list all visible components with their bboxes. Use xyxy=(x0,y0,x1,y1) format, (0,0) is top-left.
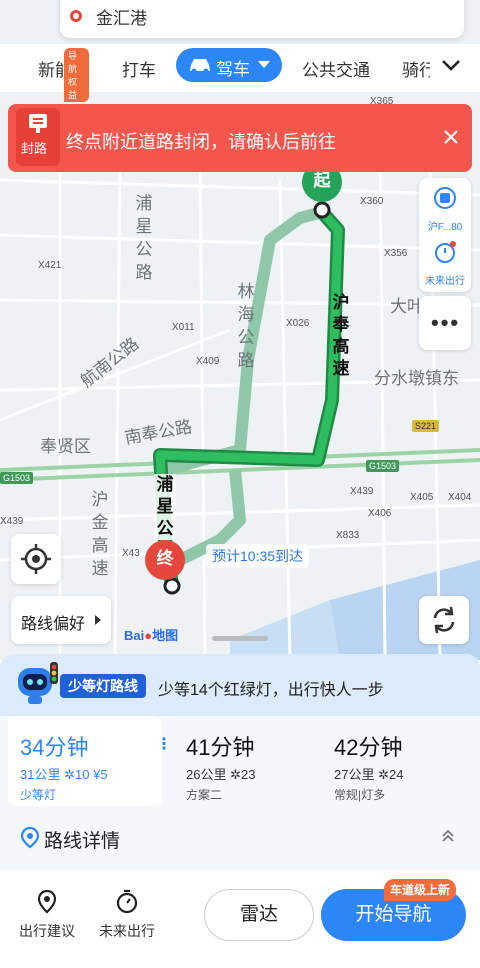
stopwatch-icon xyxy=(435,241,456,263)
car-icon xyxy=(190,59,210,74)
future-travel-bottom-button[interactable] xyxy=(92,889,162,920)
future-travel-label: 未来出行 xyxy=(425,276,465,287)
route-details-label: 路线详情 xyxy=(44,831,121,852)
road-code: X026 xyxy=(286,318,310,329)
route-label-hufeng: 沪奉高速 xyxy=(332,293,350,378)
map-label-puxing-road: 浦星公路 xyxy=(135,194,153,282)
route-menu-icon[interactable]: ⋮ xyxy=(156,734,172,754)
highway-badge: G1503 xyxy=(0,472,34,484)
traffic-light-icon: ✲ xyxy=(230,767,241,782)
route-time: 41分钟 xyxy=(186,735,255,760)
route-tag: 方案二 xyxy=(186,788,223,802)
road-code: X356 xyxy=(384,248,408,259)
route-info: 27公里 ✲24 xyxy=(334,767,404,782)
route-time: 42分钟 xyxy=(334,735,403,760)
chevron-up-icon[interactable] xyxy=(440,828,456,844)
stopwatch-icon xyxy=(116,889,138,914)
future-travel-button[interactable] xyxy=(419,240,471,269)
provincial-road-badge: S221 xyxy=(412,420,440,432)
road-closure-alert[interactable]: 封路 终点附近道路封闭，请确认后前往 xyxy=(8,104,472,172)
route-option[interactable]: 34分钟 ⋮ 31公里 ✲10 ¥5 少等灯 xyxy=(8,716,172,806)
robot-mascot-icon xyxy=(18,662,58,704)
bottom-action-bar: 出行建议 未来出行 雷达 开始导航 车道级上新 xyxy=(0,868,480,968)
road-condition-label: 沪F...80 xyxy=(427,222,463,233)
travel-advice-label: 出行建议 xyxy=(19,923,75,939)
road-code: X011 xyxy=(172,322,195,333)
traffic-light-icon: ✲ xyxy=(64,767,75,782)
future-travel-bottom-label: 未来出行 xyxy=(99,923,155,939)
tab-taxi[interactable]: 打车 xyxy=(122,56,156,81)
radar-button[interactable]: 雷达 xyxy=(204,889,314,941)
fewer-lights-text: 少等14个红绿灯，出行快人一步 xyxy=(158,682,384,699)
tab-drive[interactable]: 驾车 xyxy=(176,48,282,82)
destination-search-box[interactable]: 金汇港 xyxy=(60,0,464,38)
route-details-row[interactable]: 路线详情 xyxy=(0,814,480,864)
location-pin-icon xyxy=(37,889,57,914)
tab-cycling[interactable]: 骑行 xyxy=(402,56,430,81)
close-icon[interactable] xyxy=(442,128,460,146)
road-closure-label: 封路 xyxy=(21,141,48,156)
road-code: X404 xyxy=(448,492,472,503)
chevron-down-icon[interactable] xyxy=(440,54,462,76)
route-preference-label: 路线偏好 xyxy=(21,616,86,633)
map-label-fengxian-district: 奉贤区 xyxy=(40,437,91,456)
eta-label: 预计10:35到达 xyxy=(206,544,310,568)
route-tag: 少等灯 xyxy=(20,788,57,802)
route-info: 26公里 ✲23 xyxy=(186,767,256,782)
refresh-route-button[interactable] xyxy=(419,596,469,644)
route-tag: 常规|灯多 xyxy=(334,788,386,802)
panel-drag-handle[interactable] xyxy=(212,636,268,641)
road-code: X439 xyxy=(350,486,374,497)
location-pin-icon xyxy=(20,826,40,849)
refresh-icon xyxy=(433,606,455,634)
alert-message: 终点附近道路封闭，请确认后前往 xyxy=(66,132,336,152)
road-shield-icon xyxy=(434,187,456,209)
road-closure-icon-block: 封路 xyxy=(16,108,60,166)
route-info: 31公里 ✲10 ¥5 xyxy=(20,767,108,782)
destination-text: 金汇港 xyxy=(96,9,147,28)
road-code: X421 xyxy=(38,260,62,271)
traffic-light-banner[interactable]: 少等灯路线 少等14个红绿灯，出行快人一步 xyxy=(0,654,480,716)
lane-level-badge: 车道级上新 xyxy=(384,879,457,901)
travel-mode-tabs: 新能源 导航权益 打车 驾车 公共交通 骑行 xyxy=(0,44,480,102)
tab-new-energy[interactable]: 新能源 导航权益 xyxy=(38,48,89,102)
traffic-light-icon: ✲ xyxy=(378,767,389,782)
map-label-linhai-road: 林海公路 xyxy=(237,282,255,370)
caret-right-icon xyxy=(95,615,101,625)
chevron-down-icon xyxy=(258,61,270,68)
more-options-button[interactable]: ••• xyxy=(419,296,471,350)
travel-advice-button[interactable] xyxy=(12,889,82,920)
road-code: X43 xyxy=(122,548,140,559)
road-code: X833 xyxy=(336,530,360,541)
crosshair-icon xyxy=(21,544,51,574)
tab-drive-label: 驾车 xyxy=(216,60,250,79)
route-time: 34分钟 xyxy=(20,735,89,760)
baidu-map-logo: Bai●地图 xyxy=(124,628,179,643)
ev-badge: 导航权益 xyxy=(64,48,89,102)
road-code: X409 xyxy=(196,356,220,367)
more-dots-icon: ••• xyxy=(431,310,461,335)
map-side-tools: 沪F...80 未来出行 xyxy=(419,178,471,292)
locate-button[interactable] xyxy=(11,534,61,584)
end-marker[interactable]: 终 xyxy=(145,540,185,580)
destination-dot-icon xyxy=(70,10,82,22)
map-label-hujin-expressway: 沪金高速 xyxy=(91,490,109,578)
road-code: X360 xyxy=(360,196,384,207)
fewer-lights-badge: 少等灯路线 xyxy=(60,674,146,698)
route-option[interactable]: 42分钟 27公里 ✲24 常规|灯多 xyxy=(322,716,476,806)
route-option[interactable]: 41分钟 26公里 ✲23 方案二 xyxy=(174,716,328,806)
map-label-fenshuidun: 分水墩镇东 xyxy=(374,369,459,388)
route-label-puxing: 浦星公 xyxy=(154,474,176,540)
road-code: X406 xyxy=(368,508,392,519)
highway-badge: G1503 xyxy=(366,460,400,472)
route-options: 34分钟 ⋮ 31公里 ✲10 ¥5 少等灯 41分钟 26公里 ✲23 方案二… xyxy=(8,716,472,806)
road-condition-button[interactable] xyxy=(419,186,471,215)
road-closure-icon xyxy=(29,114,47,133)
road-code: X439 xyxy=(0,516,24,527)
tab-public-transit[interactable]: 公共交通 xyxy=(302,56,370,81)
road-code: X405 xyxy=(410,492,434,503)
route-preference-button[interactable]: 路线偏好 xyxy=(11,596,111,644)
